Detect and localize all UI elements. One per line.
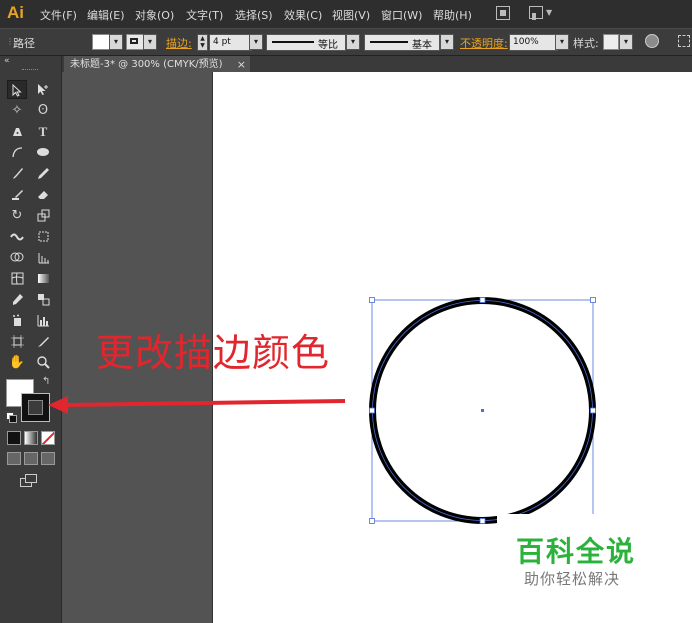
profile-label: 等比 bbox=[318, 40, 338, 51]
shape-builder-tool-icon[interactable] bbox=[7, 248, 27, 267]
stroke-panel-link[interactable]: 描边: bbox=[166, 35, 192, 51]
collapse-panel-icon[interactable]: « bbox=[4, 56, 10, 66]
color-mode-icon[interactable] bbox=[7, 431, 21, 445]
tutorial-annotation-text: 更改描边颜色 bbox=[96, 331, 331, 375]
stroke-weight-input[interactable]: 4 pt bbox=[209, 34, 252, 51]
menu-select[interactable]: 选择(S) bbox=[235, 7, 273, 23]
watermark-title: 百科全说 bbox=[516, 535, 637, 568]
close-tab-icon[interactable]: × bbox=[237, 56, 246, 73]
bridge-icon[interactable] bbox=[496, 6, 510, 20]
graphic-style-dropdown[interactable]: ▾ bbox=[619, 34, 633, 50]
lasso-tool-icon[interactable]: ʘ bbox=[33, 101, 53, 120]
opacity-dropdown[interactable]: ▾ bbox=[555, 34, 569, 50]
gradient-mode-icon[interactable] bbox=[24, 431, 38, 445]
line-segment-tool-icon[interactable] bbox=[7, 143, 27, 162]
direct-selection-tool-icon[interactable] bbox=[33, 80, 53, 99]
blob-brush-tool-icon[interactable] bbox=[7, 185, 27, 204]
menu-effect[interactable]: 效果(C) bbox=[284, 7, 322, 23]
recolor-artwork-icon[interactable] bbox=[645, 34, 659, 48]
none-mode-icon[interactable] bbox=[41, 431, 55, 445]
menu-window[interactable]: 窗口(W) bbox=[381, 7, 422, 23]
slice-tool-icon[interactable] bbox=[33, 332, 53, 351]
paintbrush-tool-icon[interactable] bbox=[7, 164, 27, 183]
arrange-documents-icon[interactable] bbox=[529, 6, 543, 20]
eyedropper-tool-icon[interactable] bbox=[7, 290, 27, 309]
menu-file[interactable]: 文件(F) bbox=[40, 7, 77, 23]
toolbox-grip[interactable] bbox=[22, 69, 38, 72]
arrange-dropdown-icon[interactable]: ▼ bbox=[546, 8, 552, 17]
object-type-label: 路径 bbox=[13, 37, 35, 50]
draw-normal-icon[interactable] bbox=[7, 452, 21, 465]
draw-inside-icon[interactable] bbox=[41, 452, 55, 465]
pen-tool-icon[interactable] bbox=[7, 122, 27, 141]
zoom-tool-icon[interactable] bbox=[33, 353, 53, 372]
eraser-tool-icon[interactable] bbox=[33, 185, 53, 204]
free-transform-tool-icon[interactable] bbox=[33, 227, 53, 246]
graphic-style-swatch[interactable] bbox=[603, 34, 619, 50]
symbol-sprayer-tool-icon[interactable] bbox=[7, 311, 27, 330]
fill-dropdown-button[interactable]: ▾ bbox=[109, 34, 123, 50]
stroke-weight-dropdown[interactable]: ▾ bbox=[249, 34, 263, 50]
stroke-weight-stepper[interactable]: ▲ ▼ bbox=[197, 34, 208, 51]
brush-label: 基本 bbox=[412, 40, 432, 51]
menu-edit[interactable]: 编辑(E) bbox=[87, 7, 125, 23]
pencil-tool-icon[interactable] bbox=[33, 164, 53, 183]
app-logo: Ai bbox=[7, 3, 24, 22]
perspective-grid-tool-icon[interactable] bbox=[33, 248, 53, 267]
document-tab-title: 未标题-3* @ 300% (CMYK/预览) bbox=[70, 59, 223, 70]
stroke-dropdown-button[interactable]: ▾ bbox=[143, 34, 157, 50]
menu-help[interactable]: 帮助(H) bbox=[433, 7, 472, 23]
width-tool-icon[interactable] bbox=[7, 227, 27, 246]
align-grid-icon[interactable] bbox=[678, 35, 690, 47]
menu-view[interactable]: 视图(V) bbox=[332, 7, 370, 23]
screen-mode-icon[interactable] bbox=[20, 474, 38, 488]
profile-dropdown[interactable]: ▾ bbox=[346, 34, 360, 50]
document-tab[interactable]: 未标题-3* @ 300% (CMYK/预览) × bbox=[64, 56, 250, 73]
blend-tool-icon[interactable] bbox=[33, 290, 53, 309]
selection-tool-icon[interactable] bbox=[7, 80, 27, 99]
default-fill-stroke-icon[interactable] bbox=[6, 412, 17, 423]
fill-color-swatch[interactable] bbox=[92, 34, 110, 50]
artboard-tool-icon[interactable] bbox=[7, 332, 27, 351]
draw-behind-icon[interactable] bbox=[24, 452, 38, 465]
stroke-color-box[interactable] bbox=[21, 393, 50, 422]
swap-fill-stroke-icon[interactable]: ↰ bbox=[42, 376, 50, 387]
menu-object[interactable]: 对象(O) bbox=[135, 7, 174, 23]
stroke-color-swatch[interactable] bbox=[126, 34, 144, 50]
opacity-panel-link[interactable]: 不透明度: bbox=[460, 35, 508, 51]
watermark-subtitle: 助你轻松解决 bbox=[524, 570, 621, 588]
hand-tool-icon[interactable]: ✋ bbox=[7, 353, 27, 372]
ellipse-tool-icon[interactable] bbox=[33, 143, 53, 162]
scale-tool-icon[interactable] bbox=[33, 206, 53, 225]
opacity-input[interactable]: 100% bbox=[509, 34, 558, 51]
column-graph-tool-icon[interactable] bbox=[33, 311, 53, 330]
brush-dropdown[interactable]: ▾ bbox=[440, 34, 454, 50]
variable-width-profile-select[interactable]: 等比 bbox=[266, 34, 346, 51]
control-bar: ⋮ 路径 ▾ ▾ 描边: ▲ ▼ 4 pt ▾ 等比 ▾ 基本 ▾ 不透明度: 1… bbox=[0, 28, 692, 56]
rotate-tool-icon[interactable]: ↻ bbox=[7, 206, 27, 225]
brush-definition-select[interactable]: 基本 bbox=[364, 34, 440, 51]
gradient-tool-icon[interactable] bbox=[33, 269, 53, 288]
menu-bar: Ai 文件(F) 编辑(E) 对象(O) 文字(T) 选择(S) 效果(C) 视… bbox=[0, 0, 692, 28]
mesh-tool-icon[interactable] bbox=[7, 269, 27, 288]
style-label: 样式: bbox=[573, 37, 599, 50]
magic-wand-tool-icon[interactable]: ✧ bbox=[7, 101, 27, 120]
tools-panel: « ✧ ʘ T ↻ ✋ ↰ bbox=[0, 56, 62, 623]
type-tool-icon[interactable]: T bbox=[33, 122, 53, 141]
menu-type[interactable]: 文字(T) bbox=[186, 7, 223, 23]
